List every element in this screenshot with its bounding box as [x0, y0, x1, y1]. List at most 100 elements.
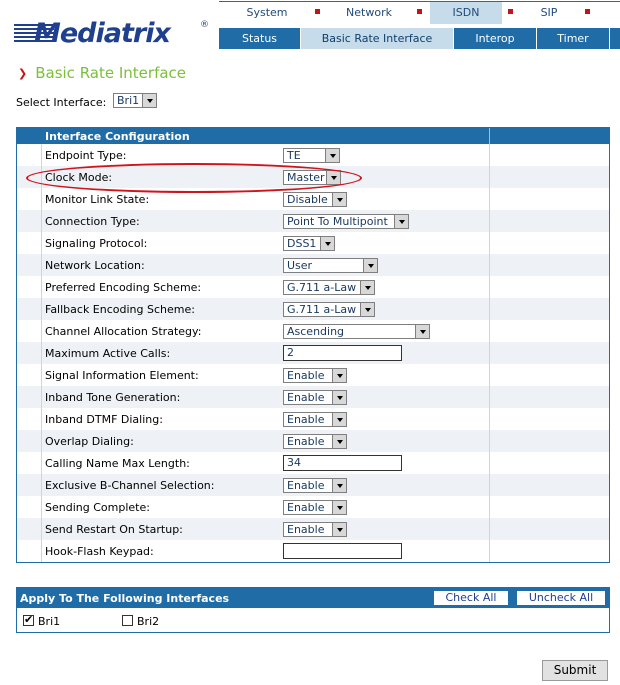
- subnav-tab-basic-rate-interface[interactable]: Basic Rate Interface: [301, 28, 453, 49]
- interface-configuration-header: Interface Configuration: [17, 128, 609, 144]
- chevron-down-icon: [142, 94, 156, 107]
- config-text-input[interactable]: 34: [283, 455, 402, 471]
- submit-button[interactable]: Submit: [542, 660, 608, 681]
- chevron-down-icon: [332, 193, 346, 206]
- config-row: Send Restart On Startup: Enable: [17, 518, 609, 540]
- config-row: Sending Complete: Enable: [17, 496, 609, 518]
- config-row-label: Network Location:: [45, 259, 145, 272]
- select-interface-dropdown[interactable]: Bri1: [113, 93, 157, 108]
- config-row-label: Overlap Dialing:: [45, 435, 134, 448]
- config-row: Inband Tone Generation: Enable: [17, 386, 609, 408]
- config-select[interactable]: Enable: [283, 368, 347, 383]
- config-select[interactable]: Disable: [283, 192, 347, 207]
- config-row-label: Maximum Active Calls:: [45, 347, 171, 360]
- logo-text: Mediatrix: [34, 18, 171, 49]
- nav-separator-icon: [508, 9, 513, 14]
- subnav-tab-interop[interactable]: Interop: [454, 28, 536, 49]
- select-interface-label: Select Interface:: [16, 96, 107, 109]
- config-select[interactable]: Enable: [283, 390, 347, 405]
- config-row: Endpoint Type: TE: [17, 144, 609, 166]
- config-row-label: Connection Type:: [45, 215, 140, 228]
- apply-interfaces-header: Apply To The Following Interfaces Check …: [17, 588, 609, 608]
- config-row-label: Endpoint Type:: [45, 149, 127, 162]
- config-select[interactable]: G.711 a-Law: [283, 280, 375, 295]
- config-row-label: Calling Name Max Length:: [45, 457, 190, 470]
- chevron-down-icon: [332, 523, 346, 536]
- interface-configuration-title: Interface Configuration: [45, 130, 190, 143]
- chevron-down-icon: [332, 369, 346, 382]
- config-row: Clock Mode: Master: [17, 166, 609, 188]
- apply-interfaces-title: Apply To The Following Interfaces: [20, 592, 230, 605]
- chevron-down-icon: [332, 391, 346, 404]
- config-select[interactable]: Enable: [283, 500, 347, 515]
- uncheck-all-button[interactable]: Uncheck All: [516, 590, 606, 606]
- chevron-down-icon: [363, 259, 377, 272]
- interface-configuration-panel: Interface Configuration Endpoint Type: TE…: [16, 127, 610, 563]
- bri1-label: Bri1: [38, 615, 61, 628]
- config-row-label: Monitor Link State:: [45, 193, 150, 206]
- chevron-down-icon: [325, 149, 339, 162]
- apply-interfaces-panel: Apply To The Following Interfaces Check …: [16, 587, 610, 633]
- chevron-down-icon: [415, 325, 429, 338]
- config-select[interactable]: Enable: [283, 522, 347, 537]
- config-row-label: Signal Information Element:: [45, 369, 199, 382]
- config-select[interactable]: Master: [283, 170, 341, 185]
- config-row: Fallback Encoding Scheme: G.711 a-Law: [17, 298, 609, 320]
- config-row: Monitor Link State: Disable: [17, 188, 609, 210]
- nav-separator-icon: [417, 9, 422, 14]
- chevron-down-icon: [326, 171, 340, 184]
- config-row-label: Exclusive B-Channel Selection:: [45, 479, 215, 492]
- bri2-label: Bri2: [137, 615, 160, 628]
- subnav-tab-timer[interactable]: Timer: [537, 28, 609, 49]
- primary-nav: System Network ISDN SIP: [219, 1, 620, 24]
- config-select[interactable]: Point To Multipoint: [283, 214, 409, 229]
- config-row-label: Inband DTMF Dialing:: [45, 413, 163, 426]
- config-row: Overlap Dialing: Enable: [17, 430, 609, 452]
- config-row-label: Preferred Encoding Scheme:: [45, 281, 202, 294]
- config-row: Hook-Flash Keypad:: [17, 540, 609, 562]
- config-row: Signal Information Element: Enable: [17, 364, 609, 386]
- chevron-down-icon: [320, 237, 334, 250]
- bri1-checkbox[interactable]: ✔: [23, 613, 34, 626]
- bri2-checkbox[interactable]: [122, 615, 133, 626]
- nav-tab-isdn[interactable]: ISDN: [430, 2, 502, 24]
- config-row-label: Sending Complete:: [45, 501, 150, 514]
- config-row-label: Fallback Encoding Scheme:: [45, 303, 195, 316]
- nav-tab-sip[interactable]: SIP: [514, 2, 584, 24]
- config-row: Channel Allocation Strategy: Ascending: [17, 320, 609, 342]
- check-all-button[interactable]: Check All: [433, 590, 509, 606]
- config-select[interactable]: Ascending: [283, 324, 430, 339]
- arrow-right-icon: ❯: [18, 67, 28, 80]
- config-row: Calling Name Max Length: 34: [17, 452, 609, 474]
- config-row-label: Send Restart On Startup:: [45, 523, 183, 536]
- mediatrix-logo: Mediatrix ®: [14, 18, 209, 52]
- config-select[interactable]: TE: [283, 148, 340, 163]
- page-title-text: Basic Rate Interface: [35, 64, 187, 82]
- config-select[interactable]: DSS1: [283, 236, 335, 251]
- config-row: Network Location: User: [17, 254, 609, 276]
- nav-separator-icon: [315, 9, 320, 14]
- config-text-input[interactable]: 2: [283, 345, 402, 361]
- checkmark-icon: ✔: [24, 613, 34, 626]
- config-row: Signaling Protocol: DSS1: [17, 232, 609, 254]
- config-text-input[interactable]: [283, 543, 402, 559]
- secondary-nav: Status Basic Rate Interface Interop Time…: [219, 28, 620, 49]
- chevron-down-icon: [394, 215, 408, 228]
- config-select[interactable]: Enable: [283, 478, 347, 493]
- chevron-down-icon: [332, 435, 346, 448]
- config-select[interactable]: Enable: [283, 412, 347, 427]
- config-select[interactable]: G.711 a-Law: [283, 302, 375, 317]
- nav-tab-network[interactable]: Network: [321, 2, 417, 24]
- config-row-label: Clock Mode:: [45, 171, 113, 184]
- config-row: Connection Type: Point To Multipoint: [17, 210, 609, 232]
- config-row-label: Channel Allocation Strategy:: [45, 325, 202, 338]
- chevron-down-icon: [360, 303, 374, 316]
- config-row-label: Signaling Protocol:: [45, 237, 148, 250]
- config-select[interactable]: Enable: [283, 434, 347, 449]
- nav-tab-system[interactable]: System: [219, 2, 315, 24]
- config-select[interactable]: User: [283, 258, 378, 273]
- config-row: Exclusive B-Channel Selection: Enable: [17, 474, 609, 496]
- chevron-down-icon: [332, 479, 346, 492]
- subnav-tab-status[interactable]: Status: [219, 28, 300, 49]
- config-row: Inband DTMF Dialing: Enable: [17, 408, 609, 430]
